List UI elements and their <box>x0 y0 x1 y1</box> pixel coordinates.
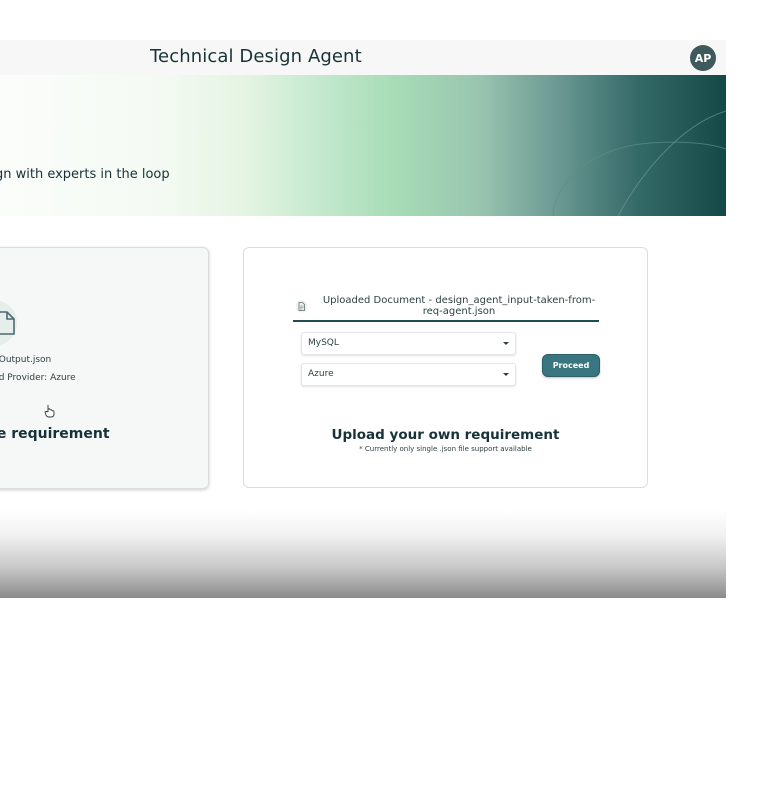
hero-banner: gn with experts in the loop <box>0 75 726 216</box>
database-select-value: MySQL <box>308 338 339 348</box>
file-icon <box>296 300 307 313</box>
top-header: Technical Design Agent AP <box>0 40 726 75</box>
document-icon <box>0 300 17 346</box>
footer-gradient <box>0 510 726 598</box>
upload-underline <box>293 320 599 322</box>
upload-requirement-card: Uploaded Document - design_agent_input-t… <box>243 247 648 488</box>
sample-file-name: nt_Output.json <box>0 355 52 365</box>
hand-cursor-icon <box>44 405 55 418</box>
upload-note: * Currently only single .json file suppo… <box>359 445 532 453</box>
hero-tagline: gn with experts in the loop <box>0 167 170 182</box>
caret-down-icon <box>503 342 509 345</box>
user-avatar[interactable]: AP <box>690 45 716 71</box>
upload-card-heading: Upload your own requirement <box>331 427 560 443</box>
cloud-provider-select[interactable]: Azure <box>301 363 516 386</box>
database-select[interactable]: MySQL <box>301 332 516 355</box>
sample-card-heading: ple requirement <box>0 426 110 442</box>
uploaded-document-label: Uploaded Document - design_agent_input-t… <box>322 295 596 317</box>
app-window: Technical Design Agent AP gn with expert… <box>0 40 726 598</box>
proceed-button[interactable]: Proceed <box>542 354 600 377</box>
caret-down-icon <box>503 373 509 376</box>
hero-decoration <box>552 110 726 216</box>
sample-requirement-card[interactable]: nt_Output.json loud Provider: Azure ple … <box>0 247 209 489</box>
app-title: Technical Design Agent <box>150 46 362 67</box>
sample-cloud-provider: loud Provider: Azure <box>0 373 76 383</box>
cloud-select-value: Azure <box>308 369 334 379</box>
